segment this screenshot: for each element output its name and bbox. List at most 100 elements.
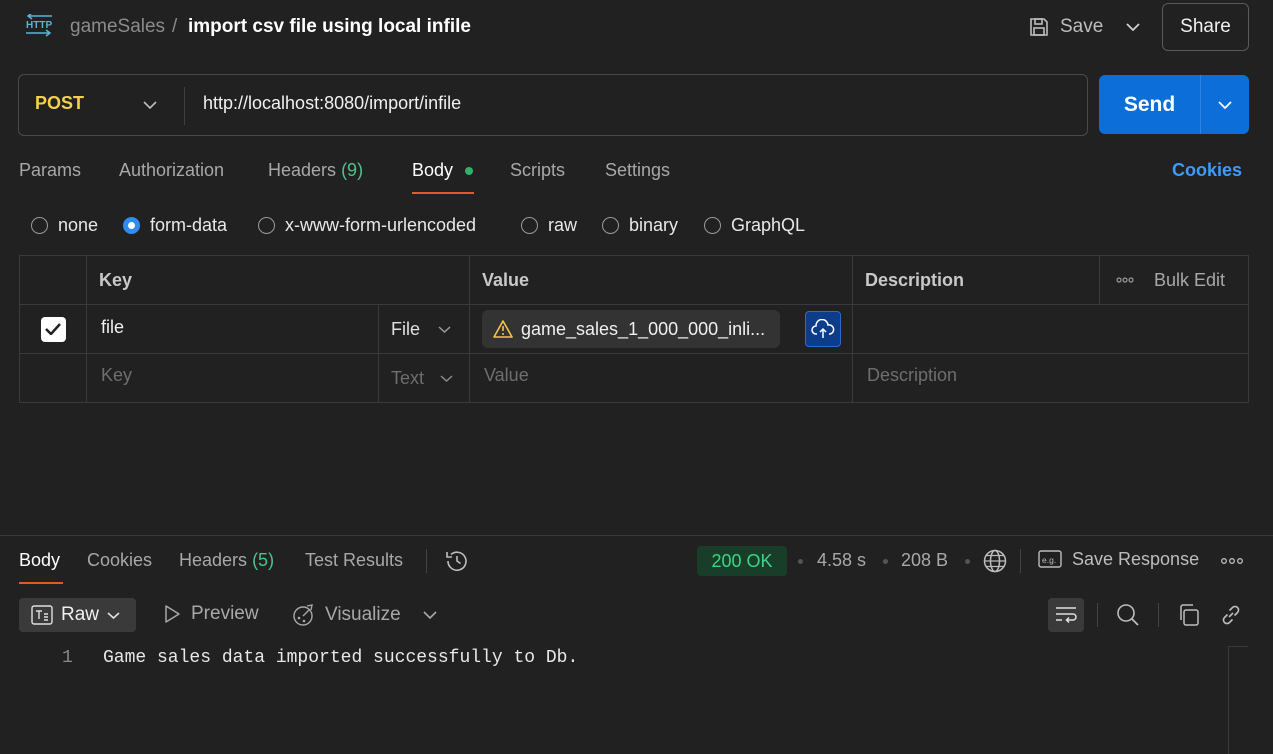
chevron-down-icon [440, 374, 453, 382]
row-description-input[interactable] [853, 305, 1249, 354]
selected-file-chip[interactable]: game_sales_1_000_000_inli... [482, 310, 780, 348]
dot-separator [798, 559, 803, 564]
row-enabled-checkbox[interactable] [40, 316, 66, 342]
visualize-button[interactable]: Visualize [291, 603, 401, 627]
radio-x-www-form-urlencoded[interactable]: x-www-form-urlencoded [258, 212, 476, 238]
dot-separator [965, 559, 970, 564]
response-tab-headers-count: (5) [252, 550, 275, 570]
format-label: Raw [61, 604, 100, 625]
send-options-button[interactable] [1200, 75, 1249, 134]
tab-authorization[interactable]: Authorization [119, 160, 224, 196]
globe-icon[interactable] [982, 548, 1008, 574]
response-tab-headers-label: Headers [179, 550, 248, 570]
tab-scripts[interactable]: Scripts [510, 160, 565, 196]
response-tab-cookies[interactable]: Cookies [87, 550, 152, 571]
svg-text:e.g.: e.g. [1042, 555, 1056, 565]
radio-circle [704, 216, 721, 234]
column-header-value: Value [470, 256, 853, 305]
response-divider[interactable] [0, 535, 1273, 536]
save-response-label: Save Response [1072, 548, 1200, 569]
play-icon [165, 605, 180, 623]
separator [426, 549, 427, 573]
url-divider [184, 87, 185, 125]
tab-headers-label: Headers [268, 160, 337, 180]
wrap-text-icon [1056, 607, 1077, 624]
breadcrumb-collection[interactable]: gameSales [70, 16, 165, 38]
new-value-input[interactable]: Value [470, 354, 853, 402]
response-time[interactable]: 4.58 s [817, 550, 866, 571]
save-response-button[interactable]: e.g. Save Response [1038, 548, 1199, 570]
form-data-table: Key Value Description Bulk Edit file Fil… [19, 255, 1249, 403]
response-body-text[interactable]: Game sales data imported successfully to… [103, 648, 578, 668]
search-icon[interactable] [1115, 602, 1141, 628]
preview-button[interactable]: Preview [163, 603, 259, 625]
new-type-select[interactable]: Text [379, 354, 470, 402]
tab-settings[interactable]: Settings [605, 160, 670, 196]
share-button[interactable]: Share [1162, 3, 1249, 51]
url-bar: POST http://localhost:8080/import/infile [18, 74, 1088, 136]
column-header-description: Description [853, 256, 1100, 305]
http-request-icon: HTTP [26, 14, 52, 37]
save-icon [1030, 18, 1048, 36]
upload-file-button[interactable] [805, 311, 841, 347]
radio-binary[interactable]: binary [602, 212, 678, 238]
history-icon[interactable] [444, 548, 470, 574]
header-checkbox-cell [20, 256, 87, 305]
method-select[interactable]: POST [35, 93, 84, 114]
chevron-down-icon [438, 325, 451, 333]
tab-body[interactable]: Body [412, 160, 453, 196]
response-tab-body[interactable]: Body [19, 550, 60, 571]
radio-label: form-data [150, 214, 228, 235]
wrap-lines-button[interactable] [1048, 598, 1084, 632]
row-key-input[interactable]: file [87, 305, 379, 354]
response-tab-headers[interactable]: Headers (5) [179, 550, 274, 571]
radio-form-data[interactable]: form-data [123, 212, 227, 238]
response-active-tab-indicator [19, 582, 63, 584]
url-input[interactable]: http://localhost:8080/import/infile [203, 93, 461, 114]
line-number: 1 [62, 648, 73, 668]
save-options-button[interactable] [1118, 12, 1148, 42]
row-type-label: File [391, 318, 421, 339]
radio-graphql[interactable]: GraphQL [704, 212, 805, 238]
bulk-edit-cell: Bulk Edit [1100, 256, 1249, 305]
cookies-link[interactable]: Cookies [1172, 160, 1242, 181]
radio-label: raw [548, 214, 578, 235]
format-select[interactable]: Raw [19, 598, 136, 632]
svg-text:HTTP: HTTP [26, 20, 52, 31]
status-badge[interactable]: 200 OK [697, 546, 787, 576]
radio-raw[interactable]: raw [521, 212, 577, 238]
method-dropdown[interactable] [143, 93, 163, 117]
tab-headers[interactable]: Headers (9) [268, 160, 363, 196]
save-button[interactable]: Save [1024, 10, 1107, 44]
cloud-upload-icon [811, 319, 835, 338]
link-icon[interactable] [1219, 603, 1243, 627]
scrollbar-track[interactable] [1228, 646, 1248, 754]
separator [1020, 549, 1021, 573]
visualize-icon [293, 604, 313, 626]
example-icon: e.g. [1038, 550, 1062, 568]
radio-circle [602, 216, 619, 234]
chevron-down-icon [107, 611, 120, 619]
new-description-input[interactable]: Description [853, 354, 1249, 402]
radio-circle [31, 216, 48, 234]
separator [1097, 603, 1098, 627]
new-type-label: Text [391, 367, 425, 388]
request-title[interactable]: import csv file using local infile [188, 16, 471, 38]
radio-none[interactable]: none [31, 212, 98, 238]
response-tab-test-results[interactable]: Test Results [305, 550, 403, 571]
chevron-down-icon[interactable] [423, 610, 437, 620]
chevron-down-icon [1126, 23, 1140, 32]
tab-params[interactable]: Params [19, 160, 81, 196]
more-options-icon[interactable] [1221, 557, 1243, 565]
response-size[interactable]: 208 B [901, 550, 948, 571]
chevron-down-icon [143, 101, 157, 110]
radio-label: x-www-form-urlencoded [285, 214, 477, 235]
send-button[interactable]: Send [1099, 75, 1200, 134]
chevron-down-icon [1218, 100, 1232, 109]
copy-icon[interactable] [1177, 603, 1201, 627]
radio-label: none [58, 214, 99, 235]
bulk-edit-button[interactable]: Bulk Edit [1154, 270, 1225, 291]
new-key-input[interactable]: Key [87, 354, 379, 402]
more-options-icon[interactable] [1116, 277, 1134, 283]
row-type-select[interactable]: File [379, 305, 470, 354]
